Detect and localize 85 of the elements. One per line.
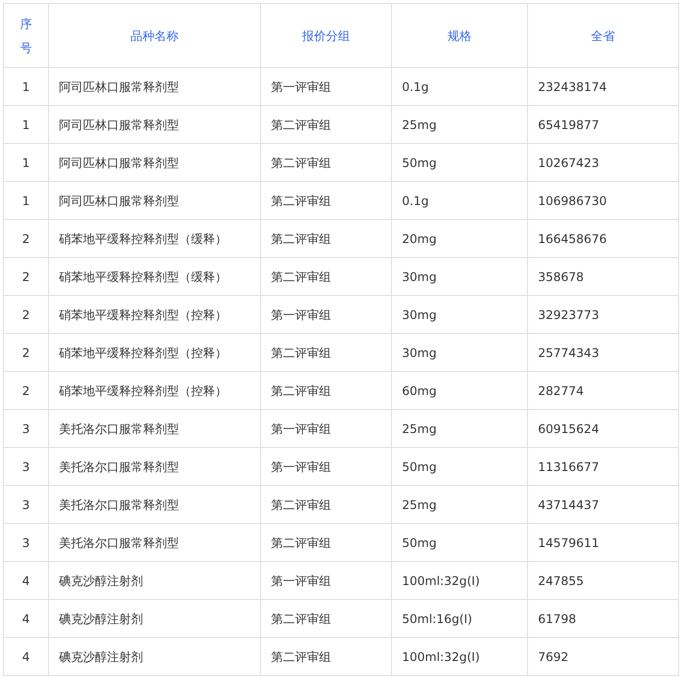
table-cell: 1 [4, 182, 48, 220]
table-cell: 3 [4, 410, 48, 448]
table-cell: 30mg [392, 258, 528, 296]
table-cell: 32923773 [528, 296, 678, 334]
table-cell: 14579611 [528, 524, 678, 562]
table-cell: 第二评审组 [260, 638, 392, 676]
table-cell: 2 [4, 220, 48, 258]
column-header: 全省 [528, 4, 678, 68]
table-cell: 4 [4, 600, 48, 638]
table-cell: 2 [4, 296, 48, 334]
table-cell: 50mg [392, 144, 528, 182]
column-header: 序号 [4, 4, 48, 68]
table-cell: 第二评审组 [260, 334, 392, 372]
table-cell: 碘克沙醇注射剂 [48, 562, 260, 600]
table-cell: 0.1g [392, 68, 528, 106]
table-cell: 2 [4, 334, 48, 372]
table-cell: 25mg [392, 486, 528, 524]
table-cell: 2 [4, 258, 48, 296]
table-cell: 第二评审组 [260, 372, 392, 410]
table-cell: 25mg [392, 106, 528, 144]
table-cell: 第二评审组 [260, 258, 392, 296]
table-cell: 61798 [528, 600, 678, 638]
column-header: 规格 [392, 4, 528, 68]
table-cell: 硝苯地平缓释控释剂型（控释） [48, 334, 260, 372]
table-cell: 50mg [392, 448, 528, 486]
table-cell: 4 [4, 638, 48, 676]
column-header: 品种名称 [48, 4, 260, 68]
table-cell: 1 [4, 106, 48, 144]
table-cell: 硝苯地平缓释控释剂型（缓释） [48, 220, 260, 258]
table-cell: 美托洛尔口服常释剂型 [48, 524, 260, 562]
table-cell: 第二评审组 [260, 524, 392, 562]
table-cell: 232438174 [528, 68, 678, 106]
table-cell: 第一评审组 [260, 562, 392, 600]
table-cell: 第二评审组 [260, 144, 392, 182]
table-cell: 第一评审组 [260, 448, 392, 486]
table-cell: 60915624 [528, 410, 678, 448]
table-cell: 1 [4, 144, 48, 182]
table-cell: 阿司匹林口服常释剂型 [48, 68, 260, 106]
table-cell: 硝苯地平缓释控释剂型（控释） [48, 372, 260, 410]
table-cell: 30mg [392, 296, 528, 334]
table-cell: 3 [4, 486, 48, 524]
table-cell: 10267423 [528, 144, 678, 182]
table-cell: 4 [4, 562, 48, 600]
table-cell: 第二评审组 [260, 600, 392, 638]
table-cell: 50ml:16g(I) [392, 600, 528, 638]
table-cell: 碘克沙醇注射剂 [48, 638, 260, 676]
table-cell: 1 [4, 68, 48, 106]
table-cell: 100ml:32g(I) [392, 562, 528, 600]
table-cell: 第一评审组 [260, 68, 392, 106]
table-cell: 阿司匹林口服常释剂型 [48, 144, 260, 182]
table-cell: 247855 [528, 562, 678, 600]
table-cell: 美托洛尔口服常释剂型 [48, 448, 260, 486]
table-cell: 43714437 [528, 486, 678, 524]
table-cell: 100ml:32g(I) [392, 638, 528, 676]
table-cell: 美托洛尔口服常释剂型 [48, 410, 260, 448]
table-cell: 第二评审组 [260, 486, 392, 524]
table-cell: 硝苯地平缓释控释剂型（控释） [48, 296, 260, 334]
table-cell: 硝苯地平缓释控释剂型（缓释） [48, 258, 260, 296]
table-cell: 第一评审组 [260, 410, 392, 448]
table-cell: 第一评审组 [260, 296, 392, 334]
table-cell: 第二评审组 [260, 106, 392, 144]
table-cell: 美托洛尔口服常释剂型 [48, 486, 260, 524]
table-cell: 30mg [392, 334, 528, 372]
table-cell: 3 [4, 448, 48, 486]
table-cell: 25774343 [528, 334, 678, 372]
table-cell: 11316677 [528, 448, 678, 486]
table-cell: 3 [4, 524, 48, 562]
table-cell: 阿司匹林口服常释剂型 [48, 182, 260, 220]
table-cell: 166458676 [528, 220, 678, 258]
table-cell: 碘克沙醇注射剂 [48, 600, 260, 638]
table-cell: 7692 [528, 638, 678, 676]
table-cell: 60mg [392, 372, 528, 410]
table-cell: 第二评审组 [260, 182, 392, 220]
table-cell: 2 [4, 372, 48, 410]
table-cell: 0.1g [392, 182, 528, 220]
table-cell: 358678 [528, 258, 678, 296]
table-cell: 65419877 [528, 106, 678, 144]
column-header: 报价分组 [260, 4, 392, 68]
table-cell: 20mg [392, 220, 528, 258]
table-cell: 阿司匹林口服常释剂型 [48, 106, 260, 144]
table-cell: 282774 [528, 372, 678, 410]
table-cell: 50mg [392, 524, 528, 562]
table-cell: 第二评审组 [260, 220, 392, 258]
table-cell: 25mg [392, 410, 528, 448]
table-cell: 106986730 [528, 182, 678, 220]
